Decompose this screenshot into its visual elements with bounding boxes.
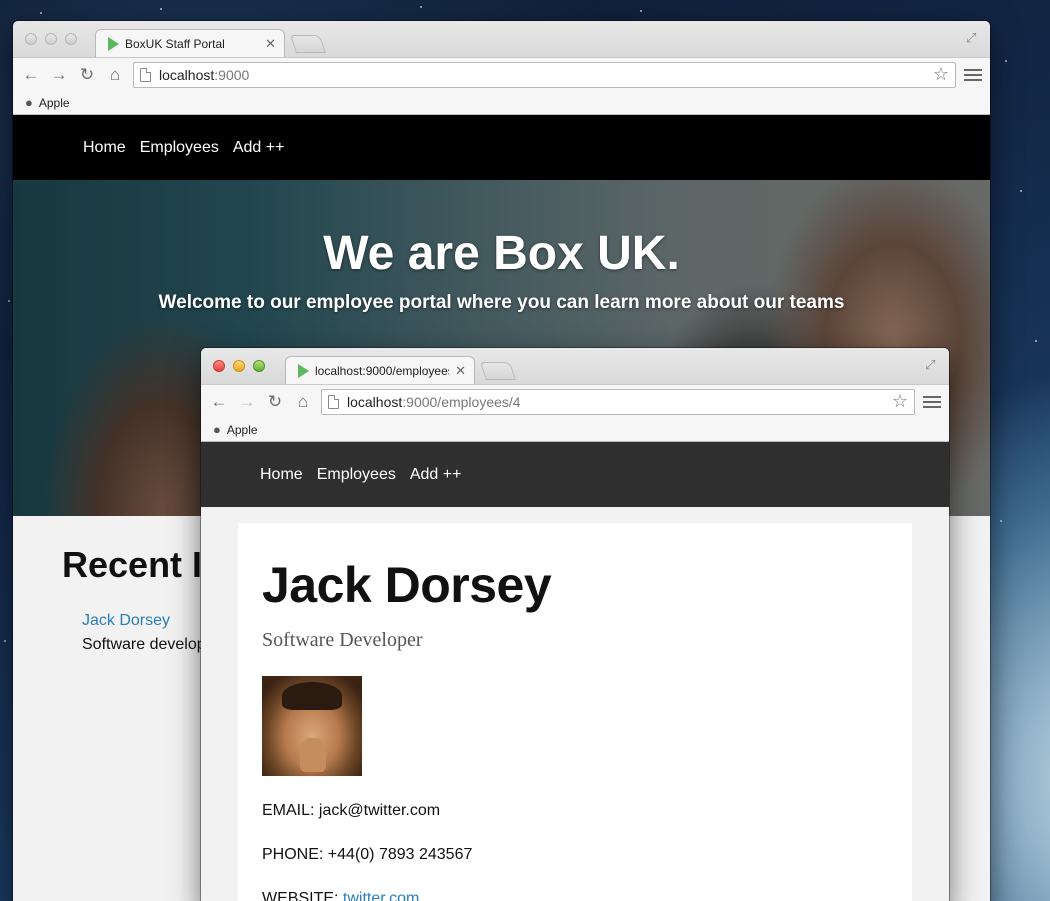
url-path: :9000/employees/4 <box>402 393 521 410</box>
star-icon[interactable]: ☆ <box>892 391 908 412</box>
forward-arrow-icon[interactable]: → <box>237 392 257 412</box>
apple-icon: ● <box>213 422 221 437</box>
page-icon <box>140 67 151 82</box>
favicon-icon <box>108 36 119 51</box>
url-host: localhost <box>159 66 215 83</box>
tab-employee-page[interactable]: localhost:9000/employees ✕ <box>285 356 475 384</box>
fullscreen-icon[interactable]: ⤢ <box>966 31 980 45</box>
tab-title: localhost:9000/employees <box>315 363 450 378</box>
browser-toolbar: ← → ↻ ⌂ localhost:9000/employees/4 ☆ <box>201 384 949 418</box>
hero-title: We are Box UK. <box>323 227 680 280</box>
nav-home-link[interactable]: Home <box>260 466 303 484</box>
hero-subtitle: Welcome to our employee portal where you… <box>158 292 845 313</box>
minimize-window-button[interactable] <box>45 33 57 45</box>
window-controls <box>25 33 77 45</box>
menu-icon[interactable] <box>923 395 941 408</box>
phone-label: PHONE: <box>262 846 324 863</box>
bookmark-apple[interactable]: Apple <box>227 423 258 437</box>
nav-home-link[interactable]: Home <box>83 139 126 157</box>
apple-icon: ● <box>25 95 33 110</box>
forward-arrow-icon[interactable]: → <box>49 65 69 85</box>
website-row: WEBSITE: twitter.com <box>262 890 888 901</box>
zoom-window-button[interactable] <box>65 33 77 45</box>
url-path: :9000 <box>214 66 250 83</box>
tab-strip: BoxUK Staff Portal ✕ ⤢ <box>13 21 990 57</box>
tab-close-icon[interactable]: ✕ <box>265 36 276 52</box>
nav-add-link[interactable]: Add ++ <box>233 139 285 157</box>
url-host: localhost <box>347 393 403 410</box>
close-window-button[interactable] <box>25 33 37 45</box>
url-text[interactable]: localhost:9000 <box>159 67 925 83</box>
website-label: WEBSITE: <box>262 890 339 901</box>
new-tab-button[interactable] <box>290 35 326 53</box>
url-text[interactable]: localhost:9000/employees/4 <box>347 394 884 410</box>
page-icon <box>328 394 339 409</box>
tab-boxuk-staff-portal[interactable]: BoxUK Staff Portal ✕ <box>95 29 285 57</box>
home-icon[interactable]: ⌂ <box>105 65 125 85</box>
tab-title: BoxUK Staff Portal <box>125 36 225 51</box>
bookmarks-bar: ● Apple <box>201 418 949 442</box>
bookmarks-bar: ● Apple <box>13 91 990 115</box>
phone-row: PHONE: +44(0) 7893 243567 <box>262 846 888 864</box>
employee-name: Jack Dorsey <box>262 557 552 613</box>
favicon-icon <box>298 363 309 378</box>
phone-value: +44(0) 7893 243567 <box>327 846 473 863</box>
nav-add-link[interactable]: Add ++ <box>410 466 462 484</box>
website-link[interactable]: twitter.com <box>343 890 419 901</box>
back-arrow-icon[interactable]: ← <box>21 65 41 85</box>
star-icon[interactable]: ☆ <box>933 64 949 85</box>
employee-title: Software Developer <box>262 629 423 651</box>
zoom-window-button[interactable] <box>253 360 265 372</box>
home-icon[interactable]: ⌂ <box>293 392 313 412</box>
minimize-window-button[interactable] <box>233 360 245 372</box>
address-bar[interactable]: localhost:9000 ☆ <box>133 61 956 88</box>
nav-employees-link[interactable]: Employees <box>317 466 396 484</box>
site-navbar: Home Employees Add ++ <box>13 115 990 180</box>
browser-window-front: localhost:9000/employees ✕ ⤢ ← → ↻ ⌂ loc… <box>201 348 949 901</box>
window-controls <box>213 360 265 372</box>
menu-icon[interactable] <box>964 68 982 81</box>
browser-toolbar: ← → ↻ ⌂ localhost:9000 ☆ <box>13 57 990 91</box>
email-label: EMAIL: <box>262 802 315 819</box>
close-window-button[interactable] <box>213 360 225 372</box>
email-value: jack@twitter.com <box>318 802 441 819</box>
bookmark-apple[interactable]: Apple <box>39 96 70 110</box>
employee-card: Jack Dorsey Software Developer EMAIL: ja… <box>238 523 912 901</box>
reload-icon[interactable]: ↻ <box>265 392 285 412</box>
reload-icon[interactable]: ↻ <box>77 65 97 85</box>
employee-photo <box>262 676 362 776</box>
nav-employees-link[interactable]: Employees <box>140 139 219 157</box>
page-body: Jack Dorsey Software Developer EMAIL: ja… <box>201 507 949 901</box>
tab-strip: localhost:9000/employees ✕ ⤢ <box>201 348 949 384</box>
back-arrow-icon[interactable]: ← <box>209 392 229 412</box>
new-tab-button[interactable] <box>480 362 516 380</box>
address-bar[interactable]: localhost:9000/employees/4 ☆ <box>321 388 915 415</box>
site-navbar: Home Employees Add ++ <box>201 442 949 507</box>
email-row: EMAIL: jack@twitter.com <box>262 802 888 820</box>
tab-close-icon[interactable]: ✕ <box>455 363 466 379</box>
fullscreen-icon[interactable]: ⤢ <box>925 358 939 372</box>
